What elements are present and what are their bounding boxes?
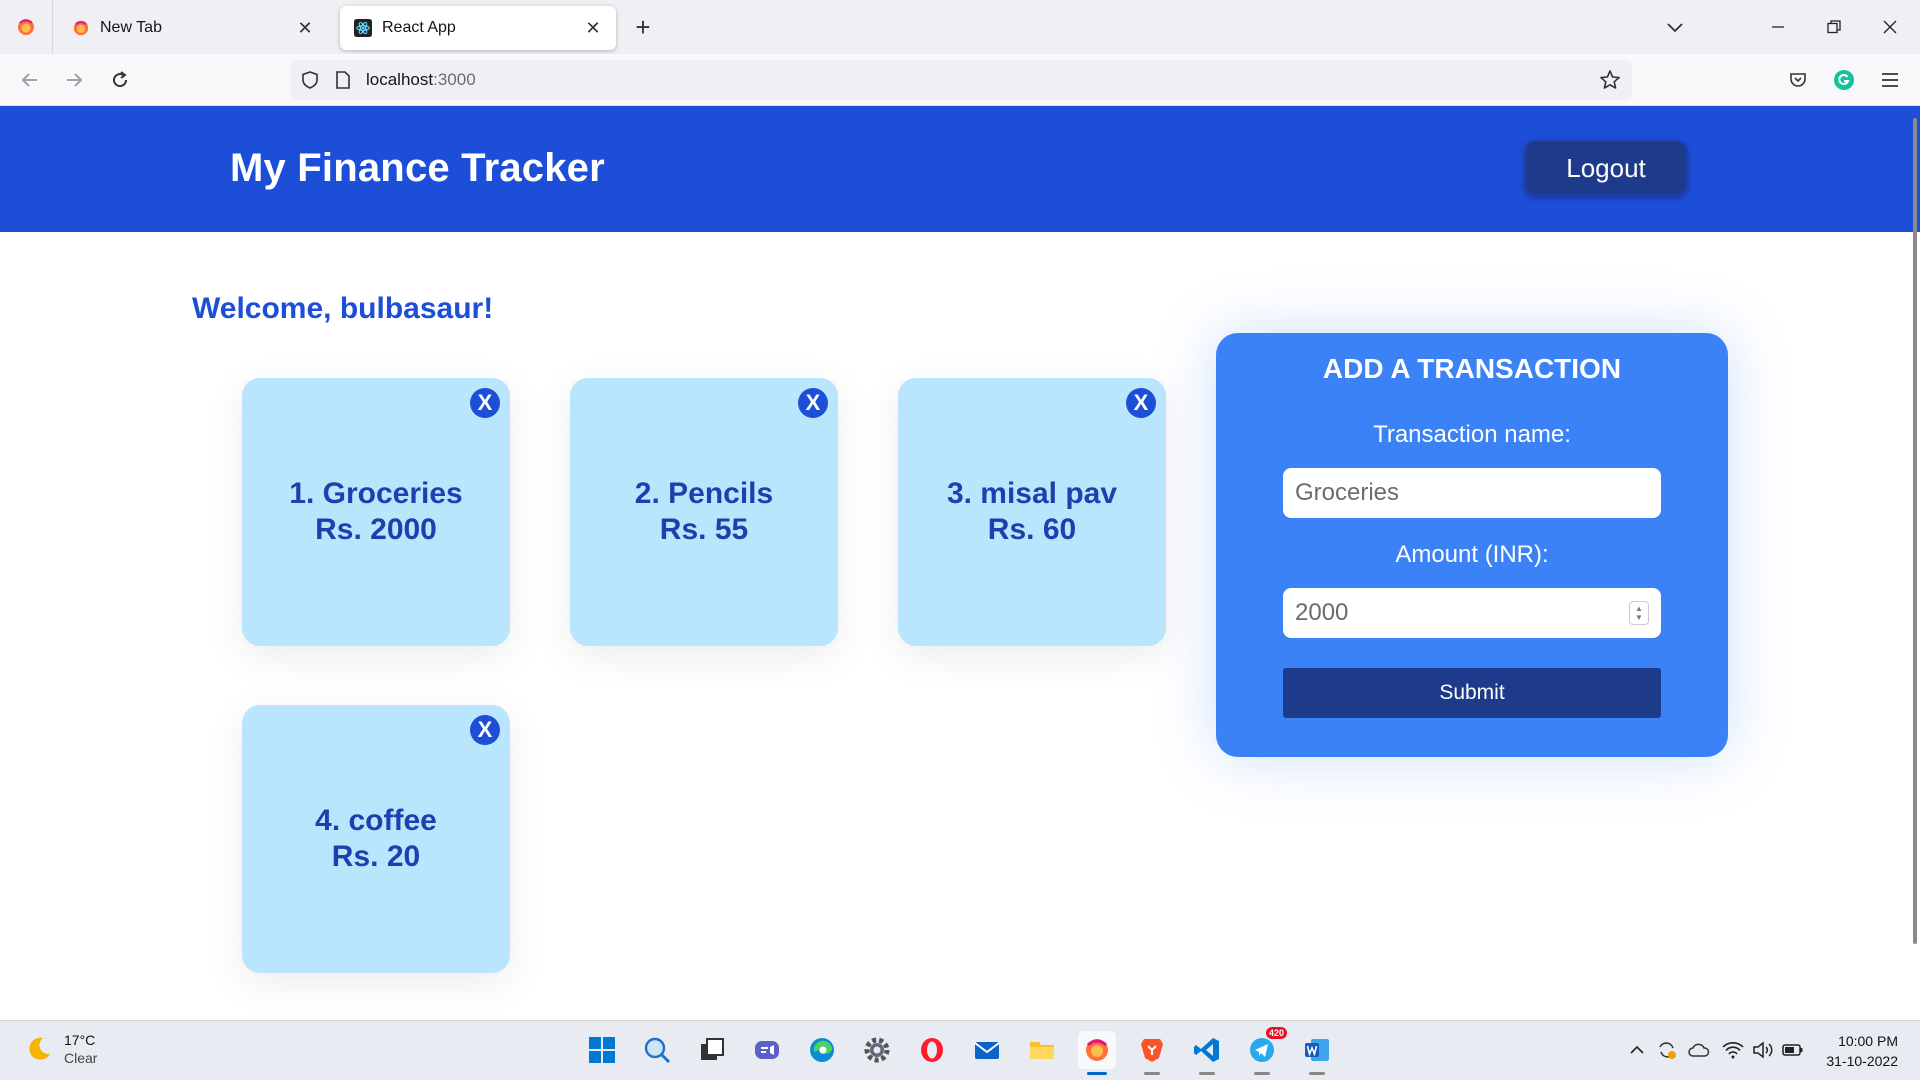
task-view-icon[interactable]	[693, 1031, 731, 1069]
amount-label: Amount (INR):	[1395, 541, 1549, 568]
active-indicator	[1087, 1072, 1107, 1075]
pocket-icon[interactable]	[1784, 66, 1812, 94]
add-transaction-form: ADD A TRANSACTION Transaction name: Groc…	[1216, 333, 1728, 757]
browser-tab-bar: New Tab ✕ React App ✕ +	[0, 0, 1920, 54]
amount-placeholder: 2000	[1295, 599, 1349, 626]
firefox-view-icon[interactable]	[0, 0, 53, 54]
grammarly-icon[interactable]	[1830, 66, 1858, 94]
react-icon	[354, 19, 372, 37]
clock-date: 31-10-2022	[1826, 1053, 1898, 1069]
back-arrow-icon[interactable]	[12, 62, 48, 98]
transaction-amount: Rs. 60	[987, 513, 1077, 546]
delete-transaction-button[interactable]: X	[798, 388, 828, 418]
mail-icon[interactable]	[968, 1031, 1006, 1069]
opera-icon[interactable]	[913, 1031, 951, 1069]
bookmark-star-icon[interactable]	[1598, 68, 1622, 92]
transaction-name: 4. coffee	[315, 804, 437, 837]
tab-title: New Tab	[100, 19, 162, 36]
browser-nav-bar: localhost:3000	[0, 54, 1920, 106]
tab-react-app[interactable]: React App ✕	[340, 6, 616, 50]
tab-new-tab[interactable]: New Tab ✕	[58, 6, 328, 50]
reload-icon[interactable]	[102, 62, 138, 98]
brave-icon[interactable]	[1133, 1031, 1171, 1075]
transaction-amount: Rs. 20	[331, 840, 421, 873]
submit-button[interactable]: Submit	[1283, 668, 1661, 718]
wifi-icon[interactable]	[1722, 1039, 1744, 1061]
transaction-name-label: Transaction name:	[1373, 421, 1571, 448]
windows-start-icon[interactable]	[583, 1031, 621, 1069]
telegram-icon[interactable]: 420	[1243, 1027, 1287, 1075]
running-indicator	[1309, 1072, 1325, 1075]
tracking-protection-icon[interactable]	[300, 70, 320, 90]
delete-transaction-button[interactable]: X	[470, 715, 500, 745]
chevron-up-icon[interactable]	[1626, 1039, 1648, 1061]
form-title: ADD A TRANSACTION	[1322, 353, 1622, 384]
close-tab-icon[interactable]: ✕	[582, 17, 604, 39]
file-explorer-icon[interactable]	[1023, 1031, 1061, 1069]
taskbar: 17°C Clear 420 10:00 PM 31-10-2022	[0, 1020, 1920, 1080]
sync-icon[interactable]	[1656, 1039, 1678, 1061]
new-tab-icon[interactable]: +	[630, 12, 656, 42]
firefox-taskbar-icon[interactable]	[1078, 1031, 1116, 1075]
transaction-card: X 4. coffee Rs. 20	[242, 705, 510, 973]
system-clock[interactable]: 10:00 PM 31-10-2022	[1826, 1031, 1898, 1071]
restore-icon[interactable]	[1814, 10, 1854, 44]
moon-icon	[29, 1037, 50, 1060]
teams-chat-icon[interactable]	[748, 1031, 786, 1069]
menu-hamburger-icon[interactable]	[1876, 66, 1904, 94]
transaction-card: X 3. misal pav Rs. 60	[898, 378, 1166, 646]
transaction-amount: Rs. 2000	[315, 513, 437, 546]
word-icon[interactable]	[1298, 1031, 1336, 1075]
app-title: My Finance Tracker	[230, 146, 605, 190]
battery-icon[interactable]	[1782, 1039, 1804, 1061]
close-window-icon[interactable]	[1870, 10, 1910, 44]
page-info-icon[interactable]	[334, 70, 352, 90]
weather-temp: 17°C	[64, 1032, 96, 1048]
number-spinner-icon[interactable]: ▲ ▼	[1629, 601, 1649, 625]
page-scrollbar[interactable]	[1913, 118, 1917, 944]
onedrive-cloud-icon[interactable]	[1688, 1039, 1710, 1061]
transaction-amount: Rs. 55	[659, 513, 749, 546]
vscode-icon[interactable]	[1188, 1031, 1226, 1075]
weather-widget[interactable]: 17°C Clear	[24, 1031, 97, 1067]
weather-condition: Clear	[64, 1050, 98, 1066]
app-header: My Finance Tracker Logout	[0, 106, 1920, 232]
minimize-icon[interactable]	[1758, 10, 1798, 44]
firefox-icon	[73, 20, 89, 36]
tab-title: React App	[382, 19, 456, 36]
transaction-name-placeholder: Groceries	[1295, 479, 1400, 506]
transaction-card: X 2. Pencils Rs. 55	[570, 378, 838, 646]
running-indicator	[1254, 1072, 1270, 1075]
close-tab-icon[interactable]: ✕	[294, 17, 316, 39]
edge-icon[interactable]	[803, 1031, 841, 1069]
settings-gear-icon[interactable]	[858, 1031, 896, 1069]
running-indicator	[1199, 1072, 1215, 1075]
notification-badge: 420	[1265, 1027, 1287, 1039]
search-icon[interactable]	[638, 1031, 676, 1069]
list-all-tabs-icon[interactable]	[1662, 14, 1688, 40]
url-text: localhost:3000	[366, 70, 476, 89]
delete-transaction-button[interactable]: X	[470, 388, 500, 418]
clock-time: 10:00 PM	[1838, 1033, 1898, 1049]
logout-button[interactable]: Logout	[1524, 140, 1688, 196]
transaction-name: 2. Pencils	[634, 477, 774, 510]
transaction-card: X 1. Groceries Rs. 2000	[242, 378, 510, 646]
transaction-name-input[interactable]: Groceries	[1283, 468, 1661, 518]
delete-transaction-button[interactable]: X	[1126, 388, 1156, 418]
transaction-name: 1. Groceries	[289, 477, 463, 510]
running-indicator	[1144, 1072, 1160, 1075]
amount-input[interactable]: 2000 ▲ ▼	[1283, 588, 1661, 638]
transaction-name: 3. misal pav	[946, 477, 1118, 510]
forward-arrow-icon[interactable]	[56, 62, 92, 98]
welcome-message: Welcome, bulbasaur!	[192, 292, 494, 325]
volume-icon[interactable]	[1752, 1039, 1774, 1061]
url-bar[interactable]: localhost:3000	[290, 60, 1632, 100]
